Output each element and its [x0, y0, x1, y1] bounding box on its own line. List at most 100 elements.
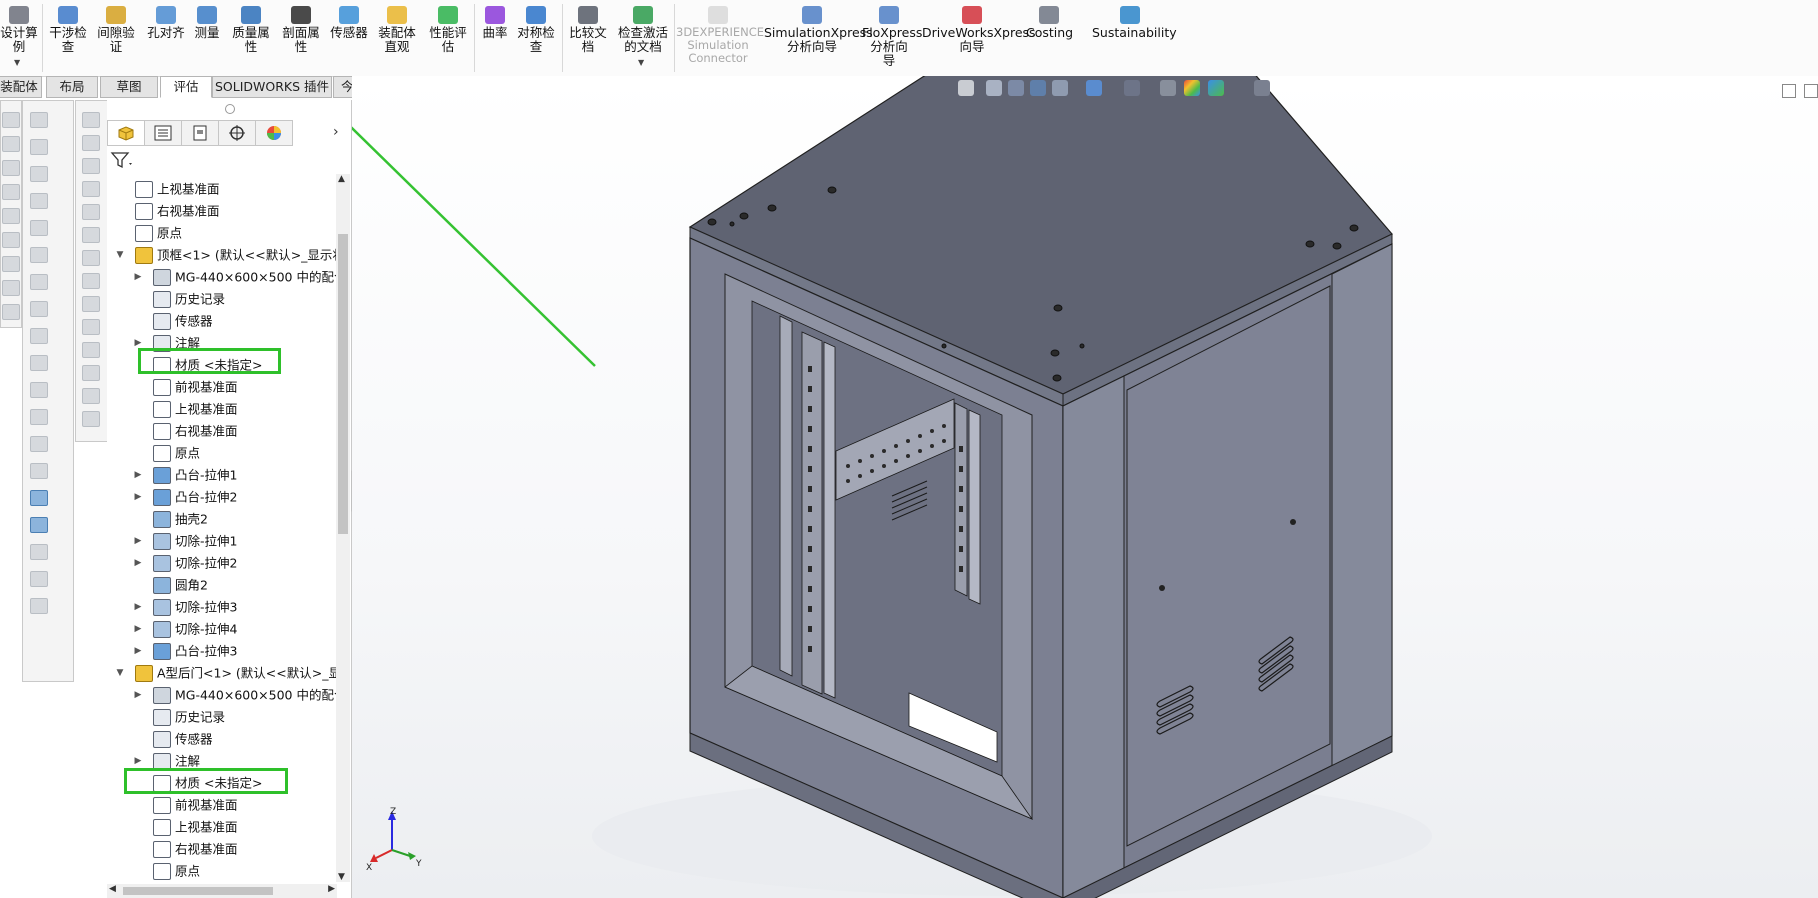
toolbar-tool-icon[interactable]	[2, 160, 20, 176]
feature-tree-tab[interactable]	[107, 120, 145, 146]
curvature-button[interactable]: 曲率	[478, 6, 512, 40]
toolbar-tool-icon[interactable]	[2, 112, 20, 128]
toolbar-tool-icon[interactable]	[2, 136, 20, 152]
tree-item[interactable]: ▶ 凸台-拉伸2	[135, 486, 237, 508]
design-calc-button[interactable]: 设计算 例	[0, 6, 38, 54]
dimxpert-tab[interactable]	[218, 120, 256, 146]
compare-docs-button[interactable]: 比较文 档	[566, 6, 610, 54]
tree-item[interactable]: ▶ 凸台-拉伸1	[135, 464, 237, 486]
costing-button[interactable]: Costing	[1026, 6, 1073, 40]
toolbar-tool-icon[interactable]	[82, 273, 100, 289]
tree-item[interactable]: ▶ 凸台-拉伸3	[135, 640, 237, 662]
scrollbar-thumb[interactable]	[338, 234, 348, 534]
3dx-connector-button[interactable]: 3DEXPERIENCE Simulation Connector	[676, 6, 764, 65]
tab-2[interactable]: 草图	[100, 76, 158, 98]
toolbar-tool-icon[interactable]	[82, 296, 100, 312]
toolbar-tool-icon[interactable]	[82, 365, 100, 381]
hide-show-items-icon[interactable]	[1160, 80, 1176, 96]
toolbar-tool-icon[interactable]	[30, 301, 48, 317]
expand-arrow-icon[interactable]: ▶	[131, 552, 145, 574]
assembly-visual-button[interactable]: 装配体 直观	[374, 6, 420, 54]
toolbar-tool-icon[interactable]	[30, 139, 48, 155]
expand-arrow-icon[interactable]: ▶	[131, 618, 145, 640]
tree-item[interactable]: 原点	[135, 222, 182, 244]
toolbar-tool-icon[interactable]	[30, 193, 48, 209]
toolbar-tool-icon[interactable]	[30, 598, 48, 614]
display-style-icon[interactable]	[1124, 80, 1140, 96]
toolbar-tool-icon[interactable]	[82, 227, 100, 243]
zoom-area-icon[interactable]	[986, 80, 1002, 96]
clearance-button[interactable]: 间隙验 证	[94, 6, 138, 54]
zoom-to-fit-icon[interactable]	[958, 80, 974, 96]
floxpress-button[interactable]: FloXpress 分析向 导	[862, 6, 922, 68]
toolbar-tool-icon[interactable]	[30, 247, 48, 263]
expand-arrow-icon[interactable]: ▶	[131, 464, 145, 486]
dropdown-arrow-icon[interactable]: ▼	[638, 58, 644, 67]
view-orientation-icon[interactable]	[1086, 80, 1102, 96]
toolbar-tool-icon[interactable]	[2, 208, 20, 224]
apply-scene-icon[interactable]	[1208, 80, 1224, 96]
toolbar-tool-icon[interactable]	[30, 382, 48, 398]
tab-1[interactable]: 布局	[46, 76, 98, 98]
tree-item[interactable]: 前视基准面	[153, 376, 238, 398]
symmetry-button[interactable]: 对称检 查	[514, 6, 558, 54]
toolbar-tool-icon[interactable]	[30, 544, 48, 560]
perf-eval-button[interactable]: 性能评 估	[424, 6, 472, 54]
filter-button[interactable]	[109, 150, 139, 170]
view-settings-icon[interactable]	[1254, 80, 1270, 96]
section-props-button[interactable]: 剖面属 性	[278, 6, 324, 54]
toolbar-tool-icon[interactable]	[82, 181, 100, 197]
toolbar-tool-icon[interactable]	[82, 158, 100, 174]
tree-item[interactable]: 上视基准面	[135, 178, 220, 200]
check-active-button[interactable]: 检查激活 的文档	[612, 6, 674, 54]
graphics-area[interactable]: Z X Y	[352, 76, 1818, 898]
tree-item[interactable]: 传感器	[153, 310, 213, 332]
expand-arrow-icon[interactable]: ▶	[131, 266, 145, 288]
tree-item[interactable]: ▶ MG-440×600×500 中的配合	[135, 684, 336, 706]
toolbar-tool-icon[interactable]	[30, 409, 48, 425]
driveworks-button[interactable]: DriveWorksXpress 向导	[922, 6, 1036, 54]
toolbar-tool-icon[interactable]	[2, 304, 20, 320]
tree-item[interactable]: 历史记录	[153, 706, 225, 728]
display-manager-tab[interactable]	[255, 120, 293, 146]
toolbar-tool-icon[interactable]	[30, 436, 48, 452]
tree-item[interactable]: 右视基准面	[135, 200, 220, 222]
tree-item[interactable]: 历史记录	[153, 288, 225, 310]
tree-horizontal-scrollbar[interactable]: ◀ ▶	[107, 884, 337, 898]
dynamic-annotation-icon[interactable]	[1052, 80, 1068, 96]
tab-3[interactable]: 评估	[160, 76, 212, 98]
edit-appearance-icon[interactable]	[1184, 80, 1200, 96]
collapse-arrow-icon[interactable]: ▼	[113, 662, 127, 684]
mass-props-button[interactable]: 质量属 性	[228, 6, 274, 54]
hole-align-button[interactable]: 孔对齐	[144, 6, 188, 40]
tree-item[interactable]: 传感器	[153, 728, 213, 750]
tree-item[interactable]: 圆角2	[153, 574, 208, 596]
panel-toggle-icon[interactable]	[1782, 84, 1796, 98]
tree-item[interactable]: 上视基准面	[153, 816, 238, 838]
toolbar-tool-icon[interactable]	[30, 490, 48, 506]
collapse-arrow-icon[interactable]: ▼	[113, 244, 127, 266]
toolbar-tool-icon[interactable]	[82, 388, 100, 404]
expand-arrow-icon[interactable]: ▶	[131, 684, 145, 706]
interference-button[interactable]: 干涉检 查	[46, 6, 90, 54]
configuration-manager-tab[interactable]	[181, 120, 219, 146]
sustainability-button[interactable]: Sustainability	[1092, 6, 1177, 40]
previous-view-icon[interactable]	[1008, 80, 1024, 96]
toolbar-tool-icon[interactable]	[30, 220, 48, 236]
toolbar-tool-icon[interactable]	[30, 517, 48, 533]
panel-grip[interactable]	[225, 104, 235, 114]
property-manager-tab[interactable]	[144, 120, 182, 146]
toolbar-tool-icon[interactable]	[82, 319, 100, 335]
tree-item[interactable]: 原点	[153, 860, 200, 882]
panel-more-chevron-icon[interactable]: ›	[333, 124, 339, 140]
dropdown-arrow-icon[interactable]: ▼	[14, 58, 20, 67]
toolbar-tool-icon[interactable]	[82, 112, 100, 128]
measure-button[interactable]: 测量	[192, 6, 222, 40]
toolbar-tool-icon[interactable]	[30, 166, 48, 182]
toolbar-tool-icon[interactable]	[2, 256, 20, 272]
tree-item[interactable]: 右视基准面	[153, 838, 238, 860]
section-view-icon[interactable]	[1030, 80, 1046, 96]
task-pane-toggle-icon[interactable]	[1804, 84, 1818, 98]
scroll-down-arrow-icon[interactable]: ▼	[338, 872, 345, 882]
tree-item[interactable]: ▶ MG-440×600×500 中的配合	[135, 266, 336, 288]
